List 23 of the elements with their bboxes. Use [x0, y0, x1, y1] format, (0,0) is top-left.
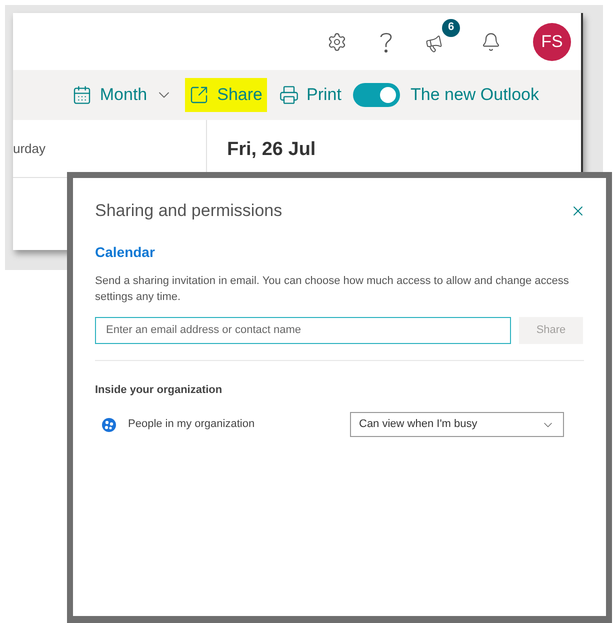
day-header: urday: [13, 140, 46, 158]
month-dropdown[interactable]: Month: [68, 78, 178, 112]
print-button[interactable]: Print: [274, 78, 346, 112]
calendar-name: Calendar: [95, 242, 156, 262]
settings-icon[interactable]: [327, 32, 347, 52]
permission-name: People in my organization: [128, 417, 256, 432]
toggle-label: The new Outlook: [410, 84, 539, 106]
toggle-switch[interactable]: [353, 83, 400, 107]
notification-badge: 6: [442, 18, 460, 36]
share-icon: [189, 85, 210, 105]
organization-icon: [102, 418, 116, 432]
calendar-icon: [72, 85, 92, 105]
help-icon[interactable]: [379, 30, 393, 52]
printer-icon: [278, 85, 299, 105]
bell-icon[interactable]: [481, 32, 501, 52]
dialog-title: Sharing and permissions: [95, 200, 282, 222]
share-button[interactable]: Share: [185, 78, 267, 112]
email-field[interactable]: Enter an email address or contact name: [95, 316, 511, 344]
user-avatar[interactable]: FS: [533, 22, 571, 60]
dialog-description: Send a sharing invitation in email. You can choose how much access to allow and change access settings any time.: [95, 274, 570, 304]
access-dropdown[interactable]: Can view when I'm busy: [350, 412, 564, 437]
date-heading: Fri, 26 Jul: [227, 139, 316, 160]
group-heading: Inside your organization: [95, 382, 224, 398]
